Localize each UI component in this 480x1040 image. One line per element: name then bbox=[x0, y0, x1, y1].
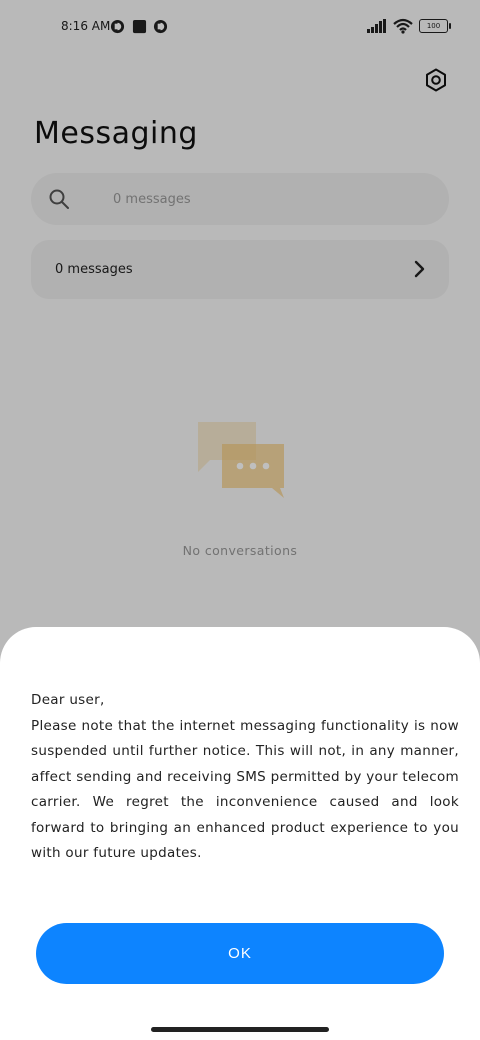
dialog-message: Dear user, Please note that the internet… bbox=[31, 688, 459, 867]
dialog-body: Please note that the internet messaging … bbox=[31, 717, 459, 862]
dialog-greeting: Dear user, bbox=[31, 692, 105, 708]
ok-button[interactable]: OK bbox=[36, 923, 444, 984]
home-indicator[interactable] bbox=[151, 1027, 329, 1032]
notice-dialog: Dear user, Please note that the internet… bbox=[0, 627, 480, 1040]
